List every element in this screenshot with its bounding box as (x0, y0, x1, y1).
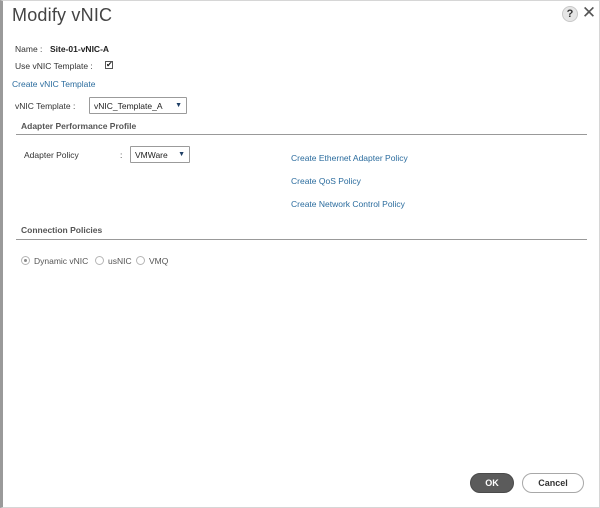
close-icon[interactable]: ✕ (581, 4, 597, 22)
name-value: Site-01-vNIC-A (50, 44, 110, 54)
adapter-policy-label: Adapter Policy (24, 150, 79, 160)
radio-dynamic-vnic[interactable] (21, 256, 30, 265)
name-label: Name : (15, 44, 43, 54)
vnic-template-value: vNIC_Template_A (94, 100, 163, 111)
connection-section-heading: Connection Policies (21, 225, 103, 235)
create-vnic-template-link[interactable]: Create vNIC Template (12, 79, 95, 89)
adapter-policy-value: VMWare (135, 149, 168, 160)
chevron-down-icon: ▼ (175, 102, 182, 109)
radio-usnic-label: usNIC (108, 256, 132, 266)
chevron-down-icon: ▼ (178, 151, 185, 158)
adapter-policy-colon: : (120, 150, 123, 160)
cancel-button[interactable]: Cancel (522, 473, 584, 493)
create-network-control-policy-link[interactable]: Create Network Control Policy (291, 199, 405, 209)
checkmark-icon: ✔ (106, 60, 113, 69)
create-qos-policy-link[interactable]: Create QoS Policy (291, 176, 361, 186)
radio-vmq[interactable] (136, 256, 145, 265)
radio-usnic[interactable] (95, 256, 104, 265)
adapter-section-divider (16, 134, 587, 135)
create-ethernet-adapter-policy-link[interactable]: Create Ethernet Adapter Policy (291, 153, 408, 163)
modify-vnic-dialog: Modify vNIC ? ✕ Name : Site-01-vNIC-A Us… (0, 0, 600, 508)
use-template-label: Use vNIC Template : (15, 61, 93, 71)
adapter-section-heading: Adapter Performance Profile (21, 121, 137, 131)
radio-dynamic-vnic-label: Dynamic vNIC (34, 256, 89, 266)
help-icon[interactable]: ? (562, 6, 578, 22)
vnic-template-label: vNIC Template : (15, 101, 76, 111)
connection-section-divider (16, 239, 587, 240)
adapter-policy-select[interactable]: VMWare ▼ (130, 146, 190, 163)
dialog-title: Modify vNIC (12, 5, 113, 25)
use-template-checkbox[interactable]: ✔ (105, 61, 113, 69)
radio-vmq-label: VMQ (149, 256, 169, 266)
ok-button[interactable]: OK (470, 473, 514, 493)
vnic-template-select[interactable]: vNIC_Template_A ▼ (89, 97, 187, 114)
